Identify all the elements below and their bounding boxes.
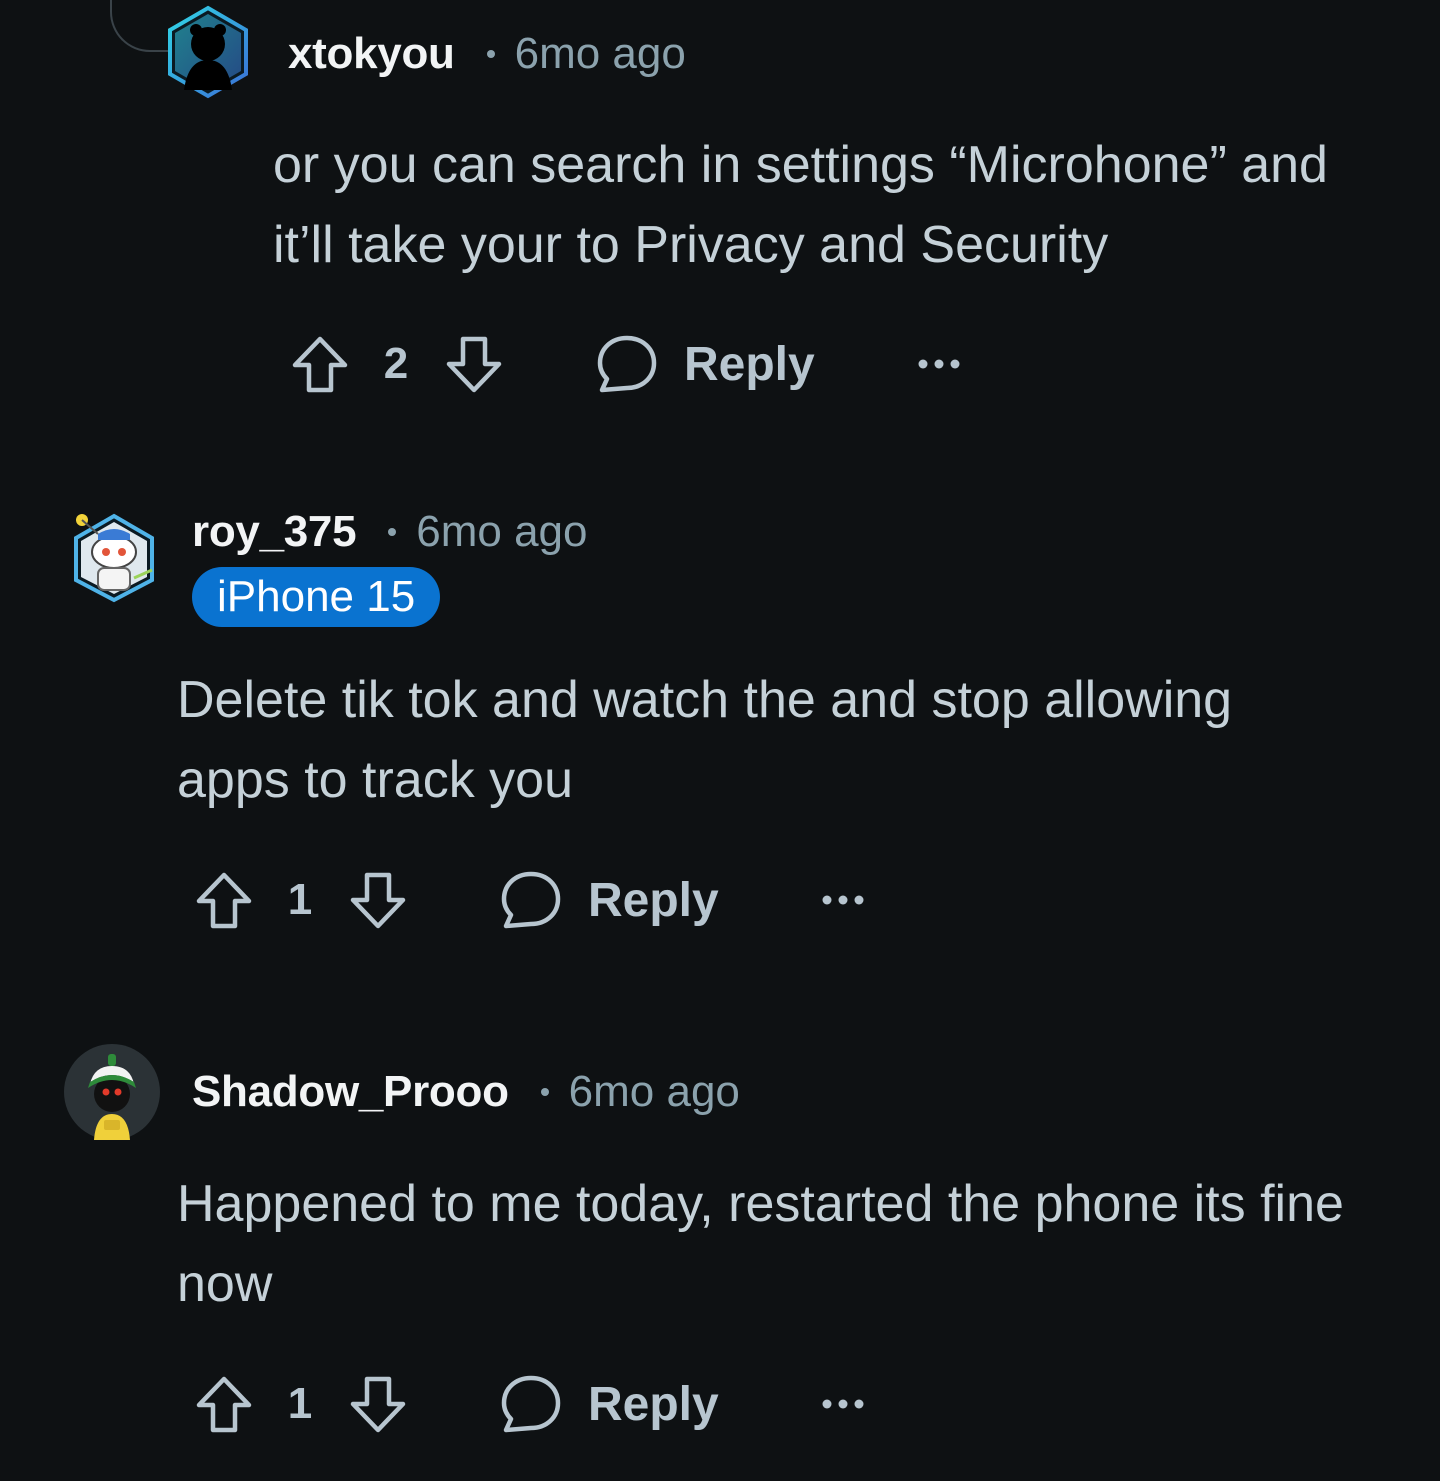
downvote-icon (350, 872, 406, 929)
comment-body: or you can search in settings “Microhone… (273, 136, 1328, 274)
more-options-icon (822, 1399, 864, 1409)
comment-bubble-icon (501, 871, 561, 929)
comment-meta: xtokyou 6mo ago (288, 24, 686, 84)
upvote-button[interactable] (192, 1364, 256, 1444)
upvote-button[interactable] (288, 324, 352, 404)
avatar[interactable] (64, 1044, 160, 1140)
reply-button[interactable]: Reply (500, 1364, 720, 1444)
separator-dot (540, 1088, 549, 1096)
more-options-icon (822, 895, 864, 905)
separator-dot (486, 50, 495, 58)
upvote-icon (196, 1376, 252, 1433)
upvote-button[interactable] (192, 860, 256, 940)
more-options-button[interactable] (818, 1364, 868, 1444)
avatar[interactable] (68, 508, 160, 604)
downvote-icon (350, 1376, 406, 1433)
thread-connector-line (110, 0, 172, 52)
username[interactable]: Shadow_Prooo (192, 1067, 509, 1117)
comment-body: Happened to me today, restarted the phon… (177, 1175, 1344, 1313)
username[interactable]: xtokyou (288, 29, 455, 79)
comment-body: Delete tik tok and watch the and stop al… (177, 671, 1233, 809)
comment-meta: Shadow_Prooo 6mo ago (192, 1062, 740, 1122)
timestamp: 6mo ago (568, 1067, 740, 1116)
timestamp: 6mo ago (416, 507, 588, 556)
downvote-button[interactable] (442, 324, 506, 404)
comment-meta: roy_375 6mo ago (192, 502, 588, 562)
vote-score: 1 (287, 1379, 313, 1428)
vote-score: 2 (383, 339, 409, 388)
separator-dot (388, 528, 397, 536)
downvote-button[interactable] (346, 860, 410, 940)
reply-button[interactable]: Reply (596, 324, 816, 404)
timestamp: 6mo ago (514, 29, 686, 78)
upvote-icon (292, 336, 348, 393)
reply-button[interactable]: Reply (500, 860, 720, 940)
vote-score: 1 (287, 875, 313, 924)
user-flair: iPhone 15 (192, 567, 441, 627)
avatar[interactable] (164, 4, 252, 100)
more-options-icon (918, 359, 960, 369)
more-options-button[interactable] (818, 860, 868, 940)
downvote-icon (446, 336, 502, 393)
comment-bubble-icon (597, 335, 657, 393)
upvote-icon (196, 872, 252, 929)
more-options-button[interactable] (914, 324, 964, 404)
comment-bubble-icon (501, 1375, 561, 1433)
username[interactable]: roy_375 (192, 507, 357, 557)
downvote-button[interactable] (346, 1364, 410, 1444)
